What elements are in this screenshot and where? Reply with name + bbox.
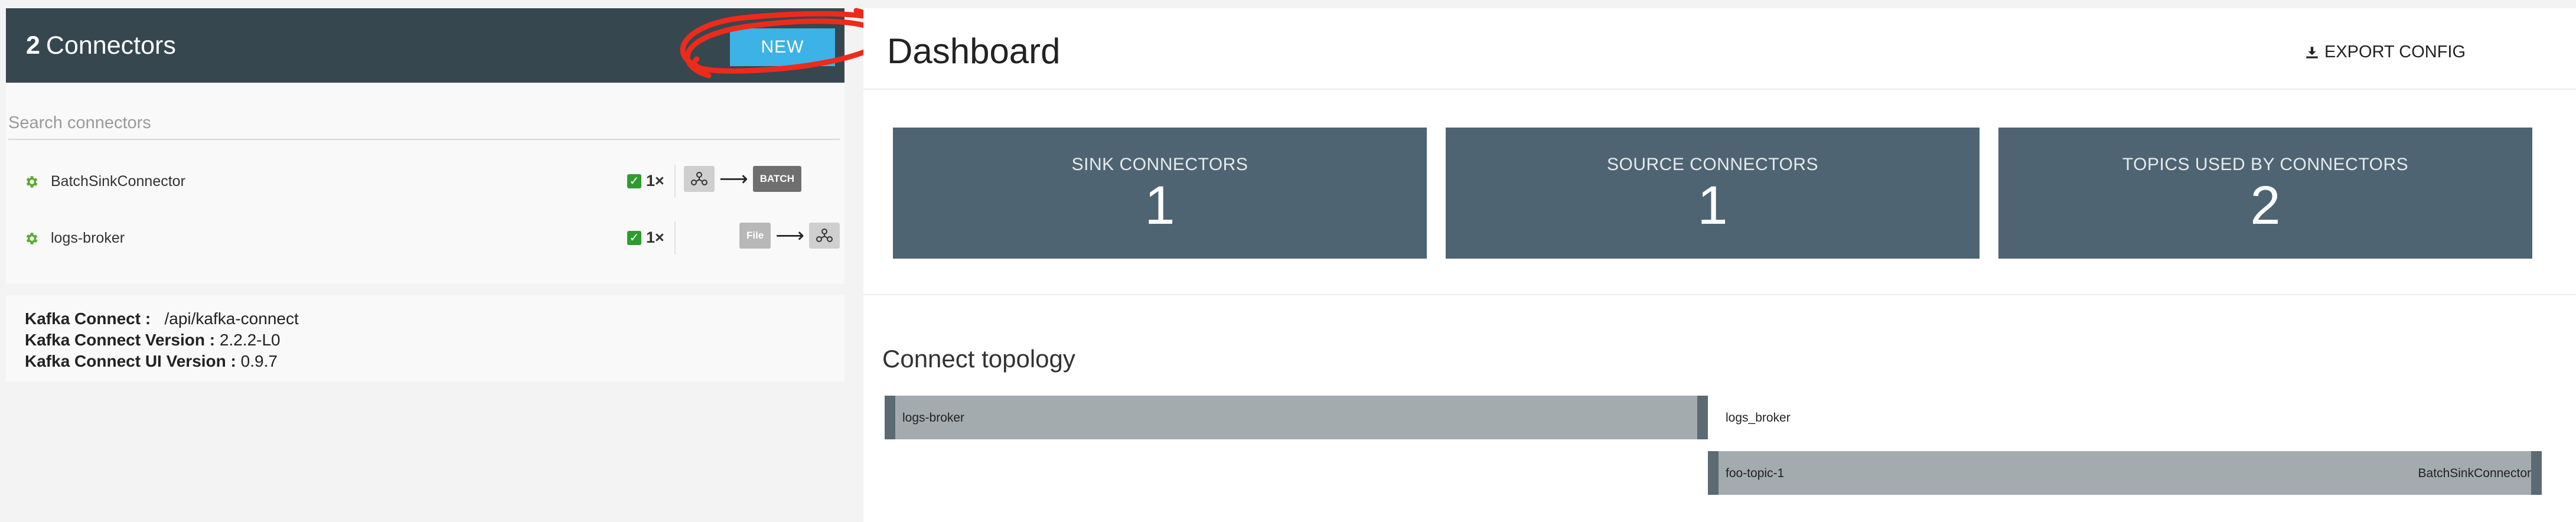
task-count: 1× [646,229,664,246]
info-label: Kafka Connect UI Version : [25,352,236,370]
export-config-label: EXPORT CONFIG [2324,43,2466,61]
stat-label: TOPICS USED BY CONNECTORS [2122,155,2409,174]
divider [674,221,676,255]
topology-node-label: BatchSinkConnector [2418,466,2531,480]
topology-topic-label: logs_broker [1726,411,1791,425]
download-icon [2306,46,2318,58]
sink-type-badge: BATCH [752,166,801,192]
connector-name: BatchSinkConnector [51,173,185,190]
connector-row-logs-broker[interactable]: logs-broker ✓ 1× File ⟶ [6,210,844,266]
stat-source-connectors: SOURCE CONNECTORS 1 [1446,128,1980,259]
kafka-icon [684,166,715,192]
kafka-icon [809,223,840,249]
stat-value: 1 [1144,175,1175,236]
tasks-status: ✓ 1× [627,229,664,247]
topology-title: Connect topology [882,345,1075,373]
search-input[interactable] [8,83,840,140]
gear-icon [26,233,38,244]
arrow-right-icon: ⟶ [719,168,748,190]
connectors-panel: 2 Connectors NEW BatchSinkConnector ✓ 1×… [6,8,844,381]
stat-topics-used: TOPICS USED BY CONNECTORS 2 [1998,128,2532,259]
info-value: 0.9.7 [240,352,278,370]
export-config-button[interactable]: EXPORT CONFIG [2304,43,2466,62]
stat-label: SINK CONNECTORS [1071,155,1248,174]
arrow-right-icon: ⟶ [775,224,805,247]
page-title: Dashboard [887,31,1061,71]
info-value: 2.2.2-L0 [219,331,281,349]
divider [863,89,2576,90]
info-label: Kafka Connect Version : [25,331,216,349]
kafka-connect-ui-version: Kafka Connect UI Version : 0.9.7 [25,351,826,372]
dashboard-panel: Dashboard EXPORT CONFIG SINK CONNECTORS … [863,8,2576,522]
info-label: Kafka Connect : [25,309,151,328]
topology-node-label: logs-broker [902,411,965,425]
info-value: /api/kafka-connect [164,309,299,328]
check-icon: ✓ [627,230,641,245]
topology-topic-label: foo-topic-1 [1726,466,1785,480]
divider [863,294,2576,295]
connector-name: logs-broker [51,230,125,246]
new-connector-button[interactable]: NEW [730,28,835,66]
connector-row-batchsinkconnector[interactable]: BatchSinkConnector ✓ 1× ⟶ BATCH [6,153,844,210]
stat-value: 2 [2250,175,2281,236]
connector-list: BatchSinkConnector ✓ 1× ⟶ BATCH logs-bro… [6,83,844,283]
topology-connector-bar[interactable] [885,396,1708,439]
source-type-badge: File [739,223,771,249]
connectors-header: 2 Connectors NEW [6,8,844,83]
tasks-status: ✓ 1× [627,172,664,190]
check-icon: ✓ [627,174,641,188]
connectors-count: 2 [26,31,40,60]
gear-icon [26,176,38,188]
version-info: Kafka Connect : /api/kafka-connect Kafka… [6,295,844,381]
connector-flow: File ⟶ [739,223,840,249]
task-count: 1× [646,172,664,190]
stat-label: SOURCE CONNECTORS [1607,155,1818,174]
kafka-connect-url: Kafka Connect : /api/kafka-connect [25,308,826,329]
stat-sink-connectors: SINK CONNECTORS 1 [893,128,1427,259]
kafka-connect-version: Kafka Connect Version : 2.2.2-L0 [25,329,826,351]
connectors-title: Connectors [45,31,176,60]
stat-value: 1 [1697,175,1728,236]
connector-flow: ⟶ BATCH [684,166,801,192]
divider [674,165,676,198]
